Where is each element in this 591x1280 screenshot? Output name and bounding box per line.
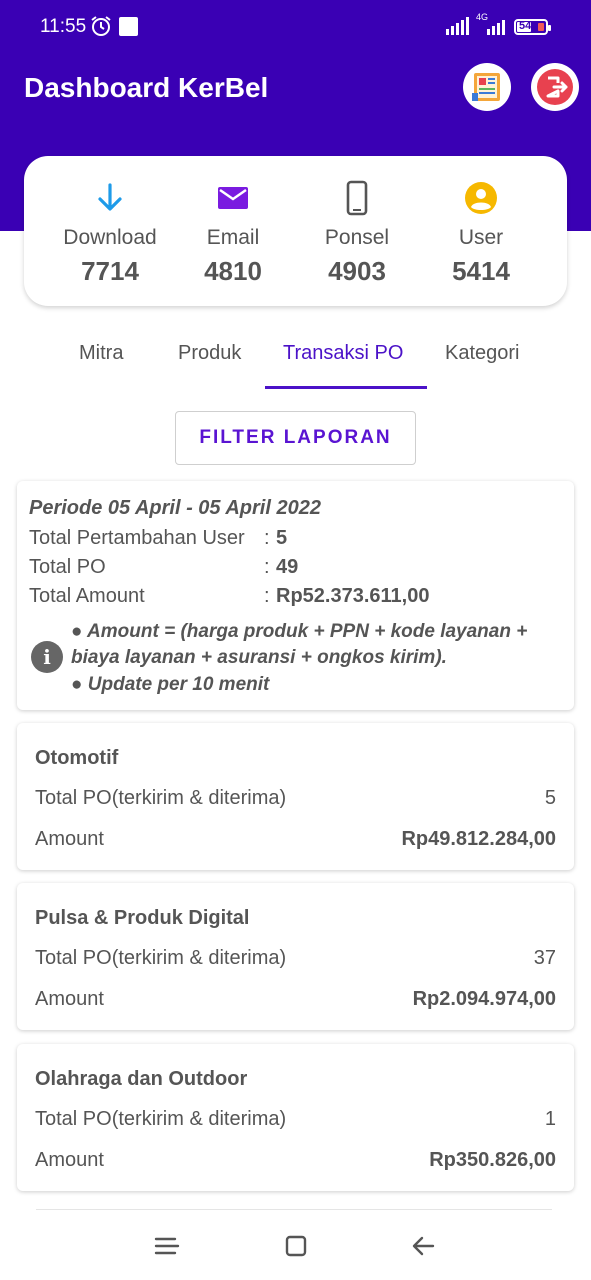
- menu-icon[interactable]: [153, 1232, 181, 1260]
- category-name: Otomotif: [35, 747, 119, 769]
- stat-phone-label: Ponsel: [324, 226, 390, 249]
- back-arrow-icon[interactable]: [410, 1232, 438, 1260]
- battery-icon: 54: [514, 19, 551, 35]
- tab-mitra[interactable]: Mitra: [79, 342, 123, 365]
- summary-amount-value: Rp52.373.611,00: [276, 585, 430, 607]
- stat-email-value: 4810: [204, 256, 262, 286]
- summary-colon: :: [264, 556, 270, 578]
- signal-strength-icon: [446, 17, 469, 35]
- stats-card: Download 7714 Email 4810 Ponsel 4903 Use…: [24, 156, 567, 306]
- stat-phone-value: 4903: [328, 256, 386, 286]
- status-time: 11:55: [40, 16, 87, 37]
- alarm-icon: [91, 16, 111, 36]
- category-amount-label: Amount: [35, 828, 104, 850]
- stat-download-value: 7714: [81, 256, 139, 286]
- logout-button[interactable]: [531, 63, 579, 111]
- logout-icon: [537, 69, 573, 105]
- category-name: Pulsa & Produk Digital: [35, 907, 250, 929]
- summary-po-value: 49: [276, 556, 299, 578]
- category-po-label: Total PO(terkirim & diterima): [35, 787, 287, 809]
- note-line-3: ● Update per 10 menit: [71, 674, 270, 695]
- stat-user: User 5414: [419, 180, 543, 287]
- notification-square-icon: [119, 17, 138, 36]
- category-po-label: Total PO(terkirim & diterima): [35, 1108, 287, 1130]
- tab-produk[interactable]: Produk: [178, 342, 241, 365]
- summary-user-label: Total Pertambahan User: [29, 527, 245, 549]
- summary-colon: :: [264, 527, 270, 549]
- page-title: Dashboard KerBel: [24, 72, 269, 103]
- mail-icon: [218, 187, 248, 209]
- category-po-value: 37: [533, 947, 556, 969]
- report-chart-icon: [472, 73, 500, 101]
- category-po-value: 5: [544, 787, 556, 809]
- category-amount-value: Rp2.094.974,00: [412, 988, 556, 1010]
- tab-bar: Mitra Produk Transaksi PO Kategori: [0, 320, 591, 390]
- category-po-label: Total PO(terkirim & diterima): [35, 947, 287, 969]
- category-card: Olahraga dan Outdoor Total PO(terkirim &…: [17, 1044, 574, 1191]
- category-amount-label: Amount: [35, 1149, 104, 1171]
- status-bar: 11:55 4G 54: [0, 0, 591, 56]
- category-amount-label: Amount: [35, 988, 104, 1010]
- summary-po-label: Total PO: [29, 556, 106, 578]
- summary-period: Periode 05 April - 05 April 2022: [29, 497, 321, 519]
- signal-strength-icon-2: [487, 20, 505, 35]
- smartphone-icon: [346, 180, 368, 216]
- stat-email: Email 4810: [171, 180, 295, 287]
- category-amount-value: Rp49.812.284,00: [401, 828, 556, 850]
- stat-user-value: 5414: [452, 256, 510, 286]
- category-name: Olahraga dan Outdoor: [35, 1068, 248, 1090]
- summary-colon: :: [264, 585, 270, 607]
- summary-user-value: 5: [276, 527, 288, 549]
- stat-download: Download 7714: [48, 180, 172, 287]
- category-card: Otomotif Total PO(terkirim & diterima) 5…: [17, 723, 574, 870]
- download-arrow-icon: [98, 183, 122, 211]
- home-square-icon[interactable]: [282, 1232, 310, 1260]
- summary-card: Periode 05 April - 05 April 2022 Total P…: [17, 481, 574, 710]
- stat-download-label: Download: [63, 226, 157, 249]
- filter-report-button[interactable]: FILTER LAPORAN: [175, 411, 416, 465]
- summary-amount-label: Total Amount: [29, 585, 145, 607]
- tab-transaksi-po[interactable]: Transaksi PO: [283, 342, 403, 365]
- active-tab-indicator: [265, 386, 427, 389]
- note-line-1: ● Amount = (harga produk + PPN + kode la…: [71, 621, 528, 642]
- category-amount-value: Rp350.826,00: [429, 1149, 556, 1171]
- user-icon: [465, 182, 497, 214]
- stat-email-label: Email: [206, 226, 260, 249]
- note-line-2: biaya layanan + asuransi + ongkos kirim)…: [71, 647, 447, 668]
- info-icon: i: [31, 641, 63, 673]
- tab-kategori[interactable]: Kategori: [445, 342, 520, 365]
- stat-phone: Ponsel 4903: [295, 180, 419, 287]
- category-po-value: 1: [544, 1108, 556, 1130]
- stat-user-label: User: [458, 226, 504, 249]
- system-nav-bar: [0, 1210, 591, 1280]
- category-card: Pulsa & Produk Digital Total PO(terkirim…: [17, 883, 574, 1030]
- battery-level: 54: [519, 20, 532, 32]
- report-button[interactable]: [463, 63, 511, 111]
